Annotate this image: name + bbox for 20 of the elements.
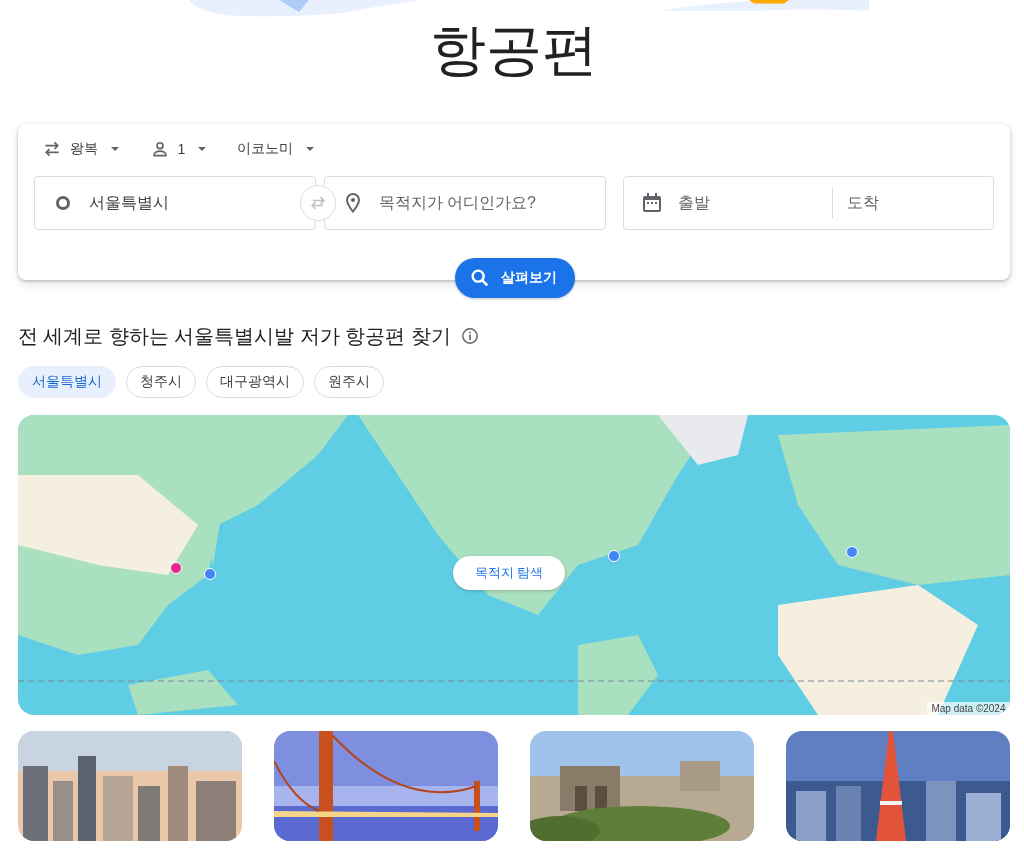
caret-icon	[109, 144, 120, 154]
caret-icon	[197, 144, 208, 154]
cabin-dropdown[interactable]: 이코노미	[229, 136, 324, 162]
city-chip[interactable]: 청주시	[125, 366, 196, 398]
passengers-dropdown[interactable]: 1	[141, 135, 216, 163]
origin-field[interactable]: 서울특별시	[33, 176, 316, 230]
trip-dropdown[interactable]: 왕복	[33, 135, 128, 163]
info-icon[interactable]	[460, 327, 479, 345]
swap-button[interactable]	[299, 185, 336, 221]
explore-destinations-button[interactable]: 목적지 탐색	[452, 556, 566, 590]
page-title: 항공편	[429, 20, 598, 80]
date-field[interactable]: 출발 도착	[622, 176, 994, 230]
caret-icon	[305, 144, 316, 154]
section-heading: 전 세계로 향하는 서울특별시발 저가 항공편 찾기	[17, 323, 451, 349]
destination-field[interactable]: 목적지가 어디인가요?	[323, 176, 606, 230]
city-chip[interactable]: 서울특별시	[17, 366, 116, 398]
map-attribution: Map data ©2024	[927, 702, 1010, 715]
city-chip[interactable]: 대구광역시	[205, 366, 304, 398]
city-chip[interactable]: 원주시	[313, 366, 384, 398]
search-button[interactable]: 살펴보기	[454, 258, 575, 298]
